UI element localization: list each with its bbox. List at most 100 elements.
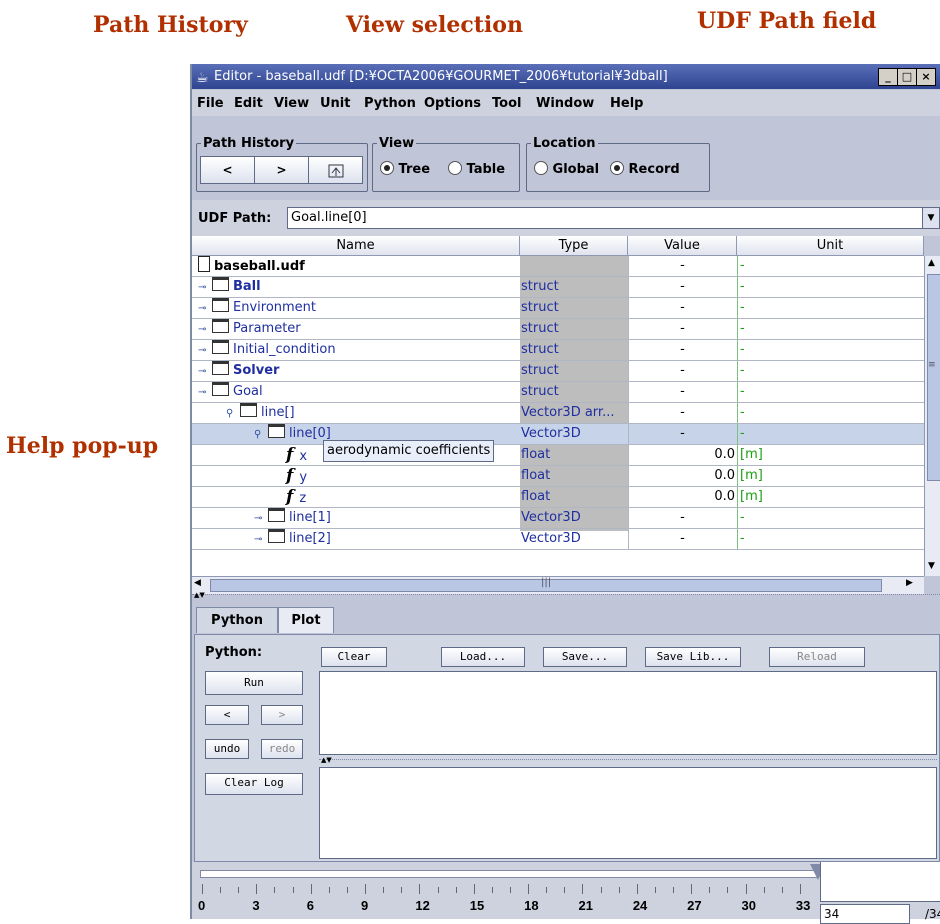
row-value-cell[interactable]: - xyxy=(628,340,736,360)
udf-path-input[interactable]: Goal.line[0] xyxy=(287,207,923,229)
clear-button[interactable]: Clear xyxy=(321,647,387,667)
scroll-left-icon[interactable]: ◀ xyxy=(194,578,201,588)
table-row[interactable]: ⊸ line[2] Vector3D - - xyxy=(192,529,924,550)
row-value-cell[interactable]: - xyxy=(628,256,736,276)
slider-tick-label: 6 xyxy=(306,898,314,913)
table-row[interactable]: ⚲ line[] Vector3D arr... - - xyxy=(192,403,924,424)
split-divider[interactable]: ▲▼ xyxy=(192,591,940,603)
row-value-cell[interactable]: - xyxy=(628,529,736,549)
slider-tick-mark xyxy=(510,887,511,893)
location-record-radio[interactable]: Record xyxy=(610,161,680,177)
history-home-button[interactable] xyxy=(308,156,363,184)
column-header-name[interactable]: Name xyxy=(192,236,520,256)
table-row[interactable]: f y float 0.0 [m] xyxy=(192,466,924,487)
split-arrows-icon[interactable]: ▲▼ xyxy=(321,756,332,764)
collapsed-knob-icon[interactable]: ⊸ xyxy=(198,299,212,319)
row-type-cell: float xyxy=(521,489,551,504)
table-horizontal-scrollbar[interactable]: ◀ ||| ▶ xyxy=(192,576,924,594)
table-row[interactable]: ⊸ line[1] Vector3D - - xyxy=(192,508,924,529)
table-row[interactable]: ⚲ line[0] Vector3D - - xyxy=(192,424,924,445)
scroll-thumb[interactable] xyxy=(927,274,940,481)
table-row[interactable]: f z float 0.0 [m] xyxy=(192,487,924,508)
menu-tool[interactable]: Tool xyxy=(492,96,521,111)
collapsed-knob-icon[interactable]: ⊸ xyxy=(198,278,212,298)
row-value-cell[interactable]: - xyxy=(628,319,736,339)
row-type-cell: struct xyxy=(521,384,559,399)
collapsed-knob-icon[interactable]: ⊸ xyxy=(254,509,268,529)
table-row[interactable]: ⊸ Environment struct - - xyxy=(192,298,924,319)
tab-plot[interactable]: Plot xyxy=(278,607,334,633)
menu-file[interactable]: File xyxy=(197,96,224,111)
redo-button[interactable]: redo xyxy=(261,739,303,759)
record-number-input[interactable]: 34 xyxy=(820,904,910,924)
row-unit-cell: - xyxy=(737,424,924,444)
row-value-cell[interactable]: 0.0 xyxy=(628,487,736,507)
row-value-cell[interactable]: - xyxy=(628,361,736,381)
row-value-cell[interactable]: - xyxy=(628,382,736,402)
row-unit-cell: - xyxy=(737,403,924,423)
minimize-button[interactable]: _ xyxy=(878,68,898,86)
menu-window[interactable]: Window xyxy=(536,96,594,111)
scroll-down-icon[interactable]: ▼ xyxy=(928,561,935,571)
column-header-unit[interactable]: Unit xyxy=(737,236,924,256)
table-row[interactable]: ⊸ Goal struct - - xyxy=(192,382,924,403)
row-value-cell[interactable]: 0.0 xyxy=(628,445,736,465)
scroll-up-icon[interactable]: ▲ xyxy=(928,258,935,268)
reload-button[interactable]: Reload xyxy=(769,647,865,667)
python-log-area[interactable] xyxy=(319,767,937,859)
python-split-divider[interactable]: ▲▼ xyxy=(319,756,937,766)
view-tree-radio[interactable]: Tree xyxy=(380,161,430,177)
table-row[interactable]: f x float 0.0 [m] xyxy=(192,445,924,466)
table-row[interactable]: ⊸ Solver struct - - xyxy=(192,361,924,382)
undo-button[interactable]: undo xyxy=(205,739,249,759)
history-forward-button[interactable]: > xyxy=(254,156,309,184)
row-value-cell[interactable]: - xyxy=(628,298,736,318)
menu-options[interactable]: Options xyxy=(424,96,481,111)
clear-log-button[interactable]: Clear Log xyxy=(205,773,303,795)
python-input-area[interactable] xyxy=(319,671,937,755)
tab-python[interactable]: Python xyxy=(196,607,278,633)
location-global-radio[interactable]: Global xyxy=(534,161,599,177)
menu-view[interactable]: View xyxy=(274,96,309,111)
slider-track[interactable] xyxy=(200,870,818,878)
row-value-cell[interactable]: - xyxy=(628,424,736,444)
table-row[interactable]: ⊸ Initial_condition struct - - xyxy=(192,340,924,361)
collapsed-knob-icon[interactable]: ⊸ xyxy=(198,320,212,340)
column-header-value[interactable]: Value xyxy=(628,236,737,256)
menu-help[interactable]: Help xyxy=(610,96,643,111)
row-value-cell[interactable]: - xyxy=(628,403,736,423)
expanded-knob-icon[interactable]: ⚲ xyxy=(254,425,268,445)
column-header-type[interactable]: Type xyxy=(520,236,628,256)
history-back-button[interactable]: < xyxy=(200,156,255,184)
annotation-udf-path-field: UDF Path field xyxy=(697,8,877,34)
expanded-knob-icon[interactable]: ⚲ xyxy=(226,404,240,424)
table-vertical-scrollbar[interactable]: ▲ ≡ ▼ xyxy=(924,256,940,576)
prev-button[interactable]: < xyxy=(205,705,249,725)
save-lib-button[interactable]: Save Lib... xyxy=(645,647,741,667)
row-value-cell[interactable]: - xyxy=(628,277,736,297)
close-button[interactable]: × xyxy=(916,68,936,86)
collapsed-knob-icon[interactable]: ⊸ xyxy=(198,362,212,382)
row-value-cell[interactable]: - xyxy=(628,508,736,528)
next-button[interactable]: > xyxy=(261,705,303,725)
menu-unit[interactable]: Unit xyxy=(320,96,350,111)
table-row[interactable]: ⊸ Parameter struct - - xyxy=(192,319,924,340)
maximize-button[interactable]: □ xyxy=(897,68,917,86)
row-value-cell[interactable]: 0.0 xyxy=(628,466,736,486)
title-bar[interactable]: ☕ Editor - baseball.udf [D:¥OCTA2006¥GOU… xyxy=(192,64,940,89)
collapsed-knob-icon[interactable]: ⊸ xyxy=(254,530,268,550)
triangle-down-icon: ▼ xyxy=(927,213,935,223)
view-table-radio[interactable]: Table xyxy=(448,161,505,177)
run-button[interactable]: Run xyxy=(205,671,303,695)
scroll-right-icon[interactable]: ▶ xyxy=(906,578,913,588)
table-row[interactable]: baseball.udf - - xyxy=(192,256,924,277)
menu-python[interactable]: Python xyxy=(364,96,416,111)
collapsed-knob-icon[interactable]: ⊸ xyxy=(198,341,212,361)
split-arrows-icon[interactable]: ▲▼ xyxy=(194,591,205,599)
table-row[interactable]: ⊸ Ball struct - - xyxy=(192,277,924,298)
menu-edit[interactable]: Edit xyxy=(234,96,263,111)
collapsed-knob-icon[interactable]: ⊸ xyxy=(198,383,212,403)
load-button[interactable]: Load... xyxy=(441,647,525,667)
udf-path-dropdown[interactable]: ▼ xyxy=(922,207,940,229)
save-button[interactable]: Save... xyxy=(543,647,627,667)
